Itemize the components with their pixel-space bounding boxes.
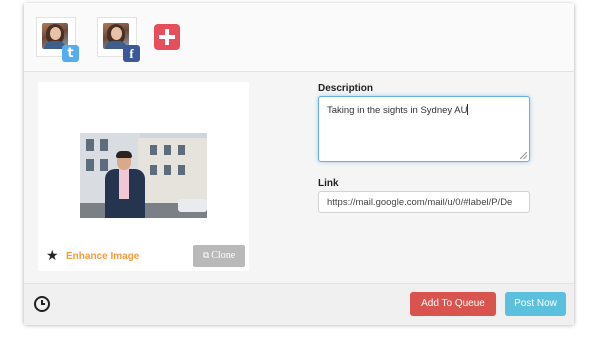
facebook-icon: f xyxy=(123,45,140,62)
attached-image[interactable] xyxy=(80,133,207,218)
clock-icon[interactable] xyxy=(34,296,50,312)
action-bar: Add To Queue Post Now xyxy=(24,283,574,325)
enhance-image-link[interactable]: ★ Enhance Image xyxy=(46,248,139,264)
description-text: Taking in the sights in Sydney AU xyxy=(327,105,468,116)
account-bar: t f xyxy=(24,3,574,72)
facebook-account-avatar[interactable]: f xyxy=(97,17,140,62)
clone-button[interactable]: ⧉ Clone xyxy=(193,245,245,267)
link-label: Link xyxy=(318,178,339,189)
clone-label: Clone xyxy=(211,250,236,261)
post-now-button[interactable]: Post Now xyxy=(505,292,566,316)
text-caret xyxy=(467,104,469,115)
magic-star-icon: ★ xyxy=(46,248,59,264)
add-account-button[interactable] xyxy=(154,24,180,50)
twitter-icon: t xyxy=(62,45,79,62)
clone-icon: ⧉ xyxy=(202,251,210,261)
media-panel: ★ Enhance Image ⧉ Clone xyxy=(38,82,249,271)
description-label: Description xyxy=(318,83,374,94)
enhance-image-label: Enhance Image xyxy=(66,250,140,262)
link-input[interactable]: https://mail.google.com/mail/u/0/#label/… xyxy=(318,191,530,213)
description-textarea[interactable]: Taking in the sights in Sydney AU xyxy=(318,96,530,162)
twitter-account-avatar[interactable]: t xyxy=(36,17,79,62)
composer-card: t f ★ Enhance Image ⧉ Clone Description … xyxy=(24,3,574,325)
add-to-queue-button[interactable]: Add To Queue xyxy=(410,292,496,316)
resize-handle[interactable] xyxy=(520,152,527,159)
